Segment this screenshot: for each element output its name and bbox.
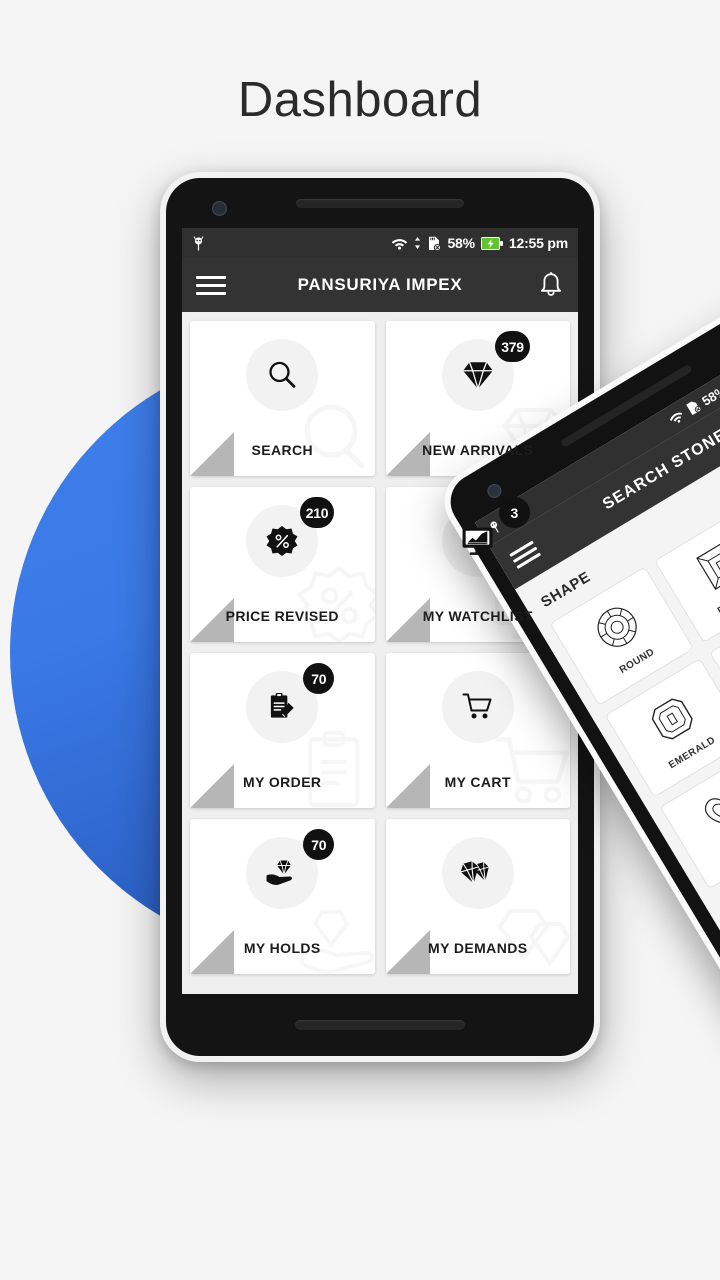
bell-icon[interactable] xyxy=(538,271,564,299)
battery-percent-label-secondary: 58% xyxy=(699,382,720,409)
tile-badge: 210 xyxy=(299,497,335,528)
sd-card-removed-icon xyxy=(684,398,702,417)
tile-badge: 70 xyxy=(303,663,335,694)
tile-my-demands[interactable]: MY DEMANDS xyxy=(385,819,570,974)
tile-label: MY DEMANDS xyxy=(428,940,528,956)
tile-new-arrivals[interactable]: 379 NEW ARRIVALS xyxy=(385,321,570,476)
menu-line xyxy=(196,283,226,287)
tile-label: PRICE REVISED xyxy=(225,608,339,624)
front-camera-icon-secondary xyxy=(484,481,505,501)
tile-label: SEARCH xyxy=(251,442,314,458)
sd-card-removed-icon xyxy=(427,236,442,251)
battery-percent-label: 58% xyxy=(447,235,475,251)
tile-label: MY ORDER xyxy=(243,774,322,790)
tile-icon-container xyxy=(441,837,514,909)
double-diamond-icon xyxy=(460,857,496,889)
hamburger-menu-icon[interactable] xyxy=(196,275,226,295)
clock-label: 12:55 pm xyxy=(508,235,568,251)
page-title: Dashboard xyxy=(237,73,483,127)
tile-icon-container: 379 xyxy=(441,331,530,411)
tile-my-cart[interactable]: MY CART xyxy=(385,653,570,808)
wifi-icon xyxy=(666,409,686,428)
tile-label: MY HOLDS xyxy=(243,940,321,956)
clipboard-pencil-icon xyxy=(267,691,298,723)
tile-search[interactable]: SEARCH xyxy=(190,321,375,476)
screenshot-canvas: Dashboard 58% 12:55 pm PANSURIYA IMPEX S… xyxy=(0,0,720,1280)
tile-label: NEW ARRIVALS xyxy=(422,442,534,458)
phone-screen-dashboard: 58% 12:55 pm PANSURIYA IMPEX SEARCH 379 … xyxy=(182,228,578,994)
tile-label: MY WATCHLIST xyxy=(422,608,533,624)
menu-line xyxy=(516,552,541,569)
tile-icon-container xyxy=(246,339,319,411)
tile-badge: 3 xyxy=(498,497,530,528)
battery-charging-icon xyxy=(480,236,503,250)
tile-label: MY CART xyxy=(444,774,511,790)
diamond-icon xyxy=(461,360,495,390)
shopping-cart-icon xyxy=(462,691,494,723)
hamburger-menu-icon[interactable] xyxy=(508,540,541,569)
tile-icon-container: 210 xyxy=(246,497,335,577)
data-transfer-arrows-icon xyxy=(414,236,421,250)
status-bar-left xyxy=(192,235,205,251)
percent-badge-icon xyxy=(266,525,298,557)
tile-price-revised[interactable]: 210 PRICE REVISED xyxy=(190,487,375,642)
phone-bezel: 58% 12:55 pm PANSURIYA IMPEX SEARCH 379 … xyxy=(166,178,594,1056)
monitor-chart-icon xyxy=(461,525,494,557)
menu-line xyxy=(196,275,226,279)
wifi-icon xyxy=(391,237,408,250)
heart-diamond-icon xyxy=(694,778,720,848)
bottom-speaker xyxy=(295,1020,465,1030)
hand-holding-diamond-icon xyxy=(265,858,299,888)
magnifier-icon xyxy=(266,359,298,391)
app-title: PANSURIYA IMPEX xyxy=(297,275,463,294)
status-bar-right: 58% 12:55 pm xyxy=(391,235,568,251)
tile-icon-container: 70 xyxy=(246,663,335,743)
dashboard-tile-grid: SEARCH 379 NEW ARRIVALS 210 PRICE REVISE… xyxy=(182,312,578,994)
menu-line xyxy=(196,291,226,295)
tile-icon-container: 70 xyxy=(246,829,335,909)
tile-my-order[interactable]: 70 MY ORDER xyxy=(190,653,375,808)
tile-icon-container xyxy=(441,671,514,743)
phone-device-main: 58% 12:55 pm PANSURIYA IMPEX SEARCH 379 … xyxy=(160,172,604,1062)
tile-badge: 70 xyxy=(303,829,335,860)
tile-badge: 379 xyxy=(495,331,530,362)
android-robot-icon xyxy=(192,235,205,251)
princess-diamond-icon xyxy=(689,531,720,601)
status-bar: 58% 12:55 pm xyxy=(182,228,578,258)
front-camera-icon xyxy=(212,201,227,216)
tile-my-holds[interactable]: 70 MY HOLDS xyxy=(190,819,375,974)
app-bar: PANSURIYA IMPEX xyxy=(182,258,578,312)
earpiece-speaker xyxy=(296,199,464,208)
